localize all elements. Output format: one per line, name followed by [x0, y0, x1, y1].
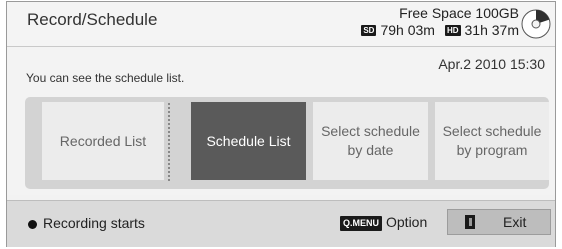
qmenu-key-icon: Q.MENU [340, 216, 382, 231]
page-title: Record/Schedule [27, 10, 158, 29]
info-text: You can see the schedule list. [26, 71, 185, 85]
free-space-label: Free Space 100GB [399, 5, 519, 21]
tab-recorded-list[interactable]: Recorded List [42, 102, 164, 180]
exit-label: Exit [503, 214, 527, 230]
hd-badge: HD [444, 25, 461, 36]
exit-icon [465, 215, 475, 229]
storage-info: Free Space 100GB SD 79h 03m HD 31h 37m [361, 5, 519, 39]
dialog-footer: Recording starts Q.MENU Option Exit [7, 200, 555, 247]
record-icon [28, 220, 37, 229]
remaining-times: SD 79h 03m HD 31h 37m [361, 22, 519, 39]
tab-select-schedule-by-program[interactable]: Select schedule by program [435, 102, 549, 180]
tab-select-schedule-by-date[interactable]: Select schedule by date [313, 102, 428, 180]
tab-schedule-list[interactable]: Schedule List [191, 102, 306, 180]
menu-tabs: Recorded List Schedule List Select sched… [25, 97, 549, 189]
dialog-body: Apr.2 2010 15:30 You can see the schedul… [7, 47, 555, 195]
option-label[interactable]: Option [386, 214, 427, 230]
sd-time: 79h 03m [380, 22, 435, 38]
dialog-header: Record/Schedule Free Space 100GB SD 79h … [7, 2, 555, 47]
disk-usage-icon [521, 9, 551, 39]
tab-divider [168, 103, 170, 181]
current-datetime: Apr.2 2010 15:30 [438, 56, 545, 72]
record-schedule-dialog: Record/Schedule Free Space 100GB SD 79h … [6, 1, 556, 247]
exit-button[interactable]: Exit [447, 209, 551, 235]
sd-badge: SD [361, 25, 377, 36]
hd-time: 31h 37m [464, 22, 519, 38]
recording-starts-label: Recording starts [43, 215, 145, 231]
